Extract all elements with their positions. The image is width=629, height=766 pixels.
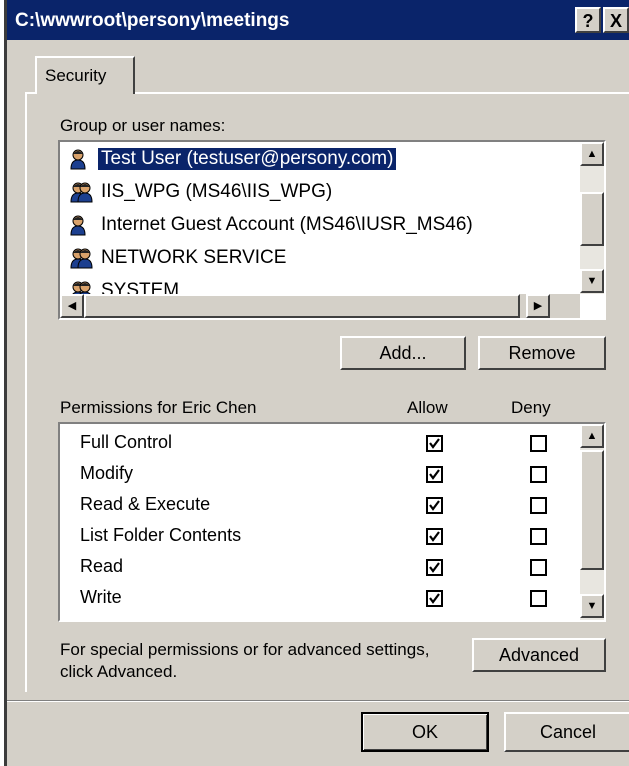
tab-security-label: Security — [45, 66, 107, 85]
user-icon — [68, 147, 94, 171]
dialog-separator — [7, 700, 629, 702]
check-icon — [429, 469, 440, 480]
check-icon — [429, 500, 440, 511]
check-icon — [429, 593, 440, 604]
user-name: Test User (testuser@persony.com) — [96, 147, 398, 171]
check-icon — [429, 438, 440, 449]
permissions-vscrollbar[interactable]: ▲ ▼ — [580, 424, 604, 620]
allow-checkbox[interactable] — [426, 435, 443, 452]
scroll-up-button[interactable]: ▲ — [580, 142, 604, 166]
scroll-right-arrow-icon: ▶ — [533, 300, 543, 312]
deny-checkbox[interactable] — [530, 497, 547, 514]
deny-checkbox[interactable] — [530, 435, 547, 452]
list-item[interactable]: IIS_WPG (MS46\IIS_WPG) — [68, 177, 568, 207]
deny-checkbox[interactable] — [530, 466, 547, 483]
scroll-thumb[interactable] — [580, 192, 604, 246]
deny-checkbox[interactable] — [530, 590, 547, 607]
allow-checkbox[interactable] — [426, 559, 443, 576]
user-name: NETWORK SERVICE — [101, 247, 287, 268]
perm-scroll-down-button[interactable]: ▼ — [580, 594, 604, 618]
check-icon — [429, 531, 440, 542]
window-title: C:\wwwroot\persony\meetings — [15, 10, 290, 31]
advanced-button[interactable]: Advanced — [472, 638, 606, 672]
scroll-up-arrow-icon: ▲ — [586, 148, 598, 160]
add-button[interactable]: Add... — [340, 336, 466, 370]
scroll-down-arrow-icon: ▼ — [586, 275, 598, 287]
user-name: IIS_WPG (MS46\IIS_WPG) — [101, 181, 333, 202]
group-users-label: Group or user names: — [60, 116, 226, 135]
permission-name: Full Control — [80, 432, 173, 452]
scroll-left-arrow-icon: ◀ — [67, 300, 77, 312]
close-button[interactable]: X — [603, 7, 629, 33]
allow-header: Allow — [407, 398, 448, 417]
user-list[interactable]: Test User (testuser@persony.com) IIS_WPG … — [58, 140, 606, 320]
allow-checkbox[interactable] — [426, 590, 443, 607]
title-bar[interactable]: C:\wwwroot\persony\meetings ? X — [7, 0, 629, 40]
permission-name: Write — [80, 587, 122, 607]
list-item[interactable]: Internet Guest Account (MS46\IUSR_MS46) — [68, 210, 568, 240]
list-item[interactable]: Test User (testuser@persony.com) — [68, 144, 568, 174]
permissions-label: Permissions for Eric Chen — [60, 398, 257, 417]
deny-checkbox[interactable] — [530, 559, 547, 576]
ok-button[interactable]: OK — [361, 712, 489, 752]
advanced-note-line2: click Advanced. — [60, 662, 178, 681]
permission-name: Modify — [80, 463, 134, 483]
advanced-note: For special permissions or for advanced … — [60, 639, 429, 683]
tab-security[interactable]: Security — [35, 56, 135, 94]
scroll-right-button[interactable]: ▶ — [526, 294, 550, 318]
perm-scroll-down-arrow-icon: ▼ — [586, 600, 598, 612]
scroll-down-button[interactable]: ▼ — [580, 269, 604, 293]
permission-name: Read — [80, 556, 124, 576]
perm-scroll-thumb[interactable] — [580, 450, 604, 570]
hscroll-thumb[interactable] — [84, 294, 520, 318]
perm-scroll-up-arrow-icon: ▲ — [586, 430, 598, 442]
group-icon — [68, 180, 94, 204]
allow-checkbox[interactable] — [426, 528, 443, 545]
user-list-hscrollbar[interactable]: ◀ ▶ — [60, 294, 580, 318]
permissions-list: Full Control Modify Read & Execute List Fol… — [58, 422, 606, 622]
perm-scroll-up-button[interactable]: ▲ — [580, 424, 604, 448]
advanced-note-line1: For special permissions or for advanced … — [60, 640, 430, 659]
allow-checkbox[interactable] — [426, 466, 443, 483]
check-icon — [429, 562, 440, 573]
user-list-vscrollbar[interactable]: ▲ ▼ — [580, 142, 604, 294]
list-item[interactable]: NETWORK SERVICE — [68, 243, 568, 273]
help-button[interactable]: ? — [575, 7, 601, 33]
security-dialog: C:\wwwroot\persony\meetings ? X Security… — [7, 0, 629, 766]
user-icon — [68, 213, 94, 237]
user-name: Internet Guest Account (MS46\IUSR_MS46) — [101, 214, 473, 235]
remove-button[interactable]: Remove — [478, 336, 606, 370]
allow-checkbox[interactable] — [426, 497, 443, 514]
deny-checkbox[interactable] — [530, 528, 547, 545]
scroll-left-button[interactable]: ◀ — [60, 294, 84, 318]
group-icon — [68, 246, 94, 270]
permission-name: Read & Execute — [80, 494, 211, 514]
permission-name: List Folder Contents — [80, 525, 242, 545]
left-window-edge — [0, 0, 7, 766]
deny-header: Deny — [511, 398, 551, 417]
cancel-button[interactable]: Cancel — [504, 712, 629, 752]
